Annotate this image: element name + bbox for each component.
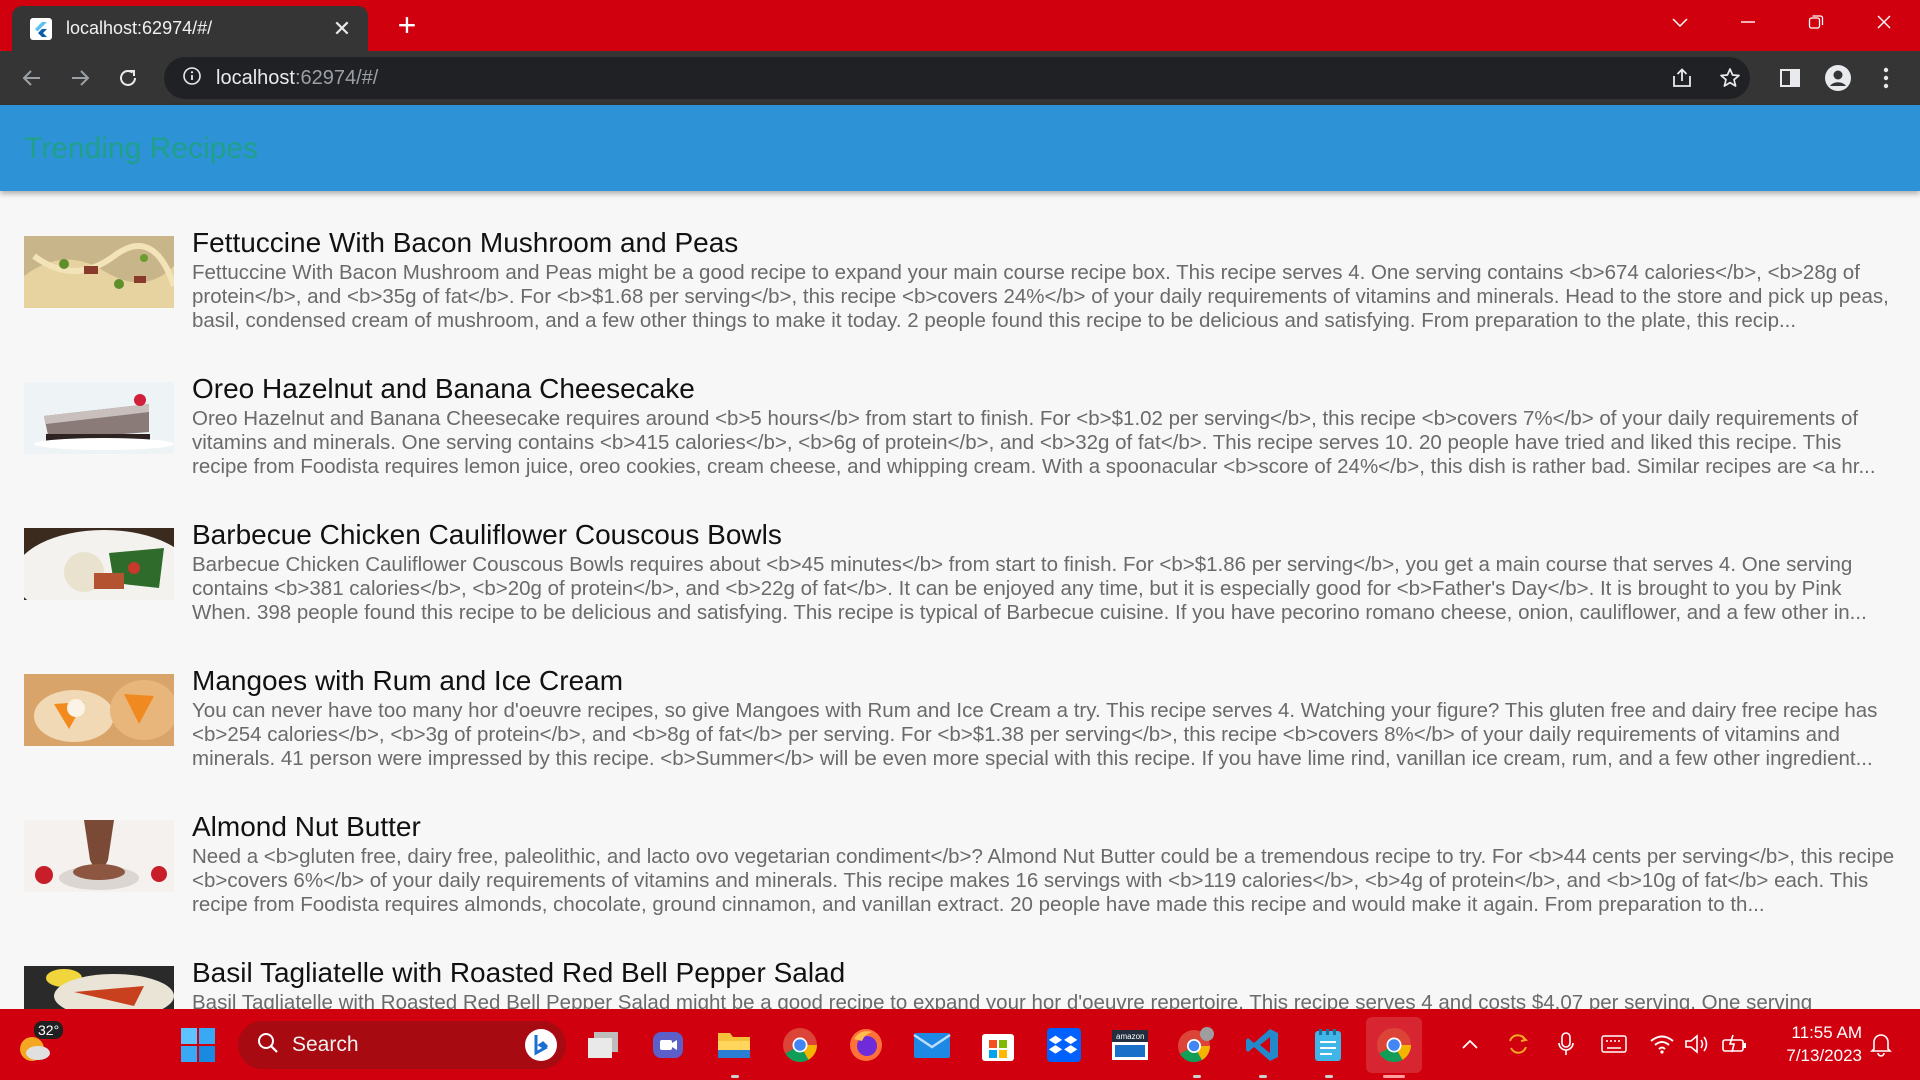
weather-temp: 32° xyxy=(34,1021,64,1039)
search-icon xyxy=(256,1031,280,1060)
page-title: Trending Recipes xyxy=(24,132,259,165)
recipe-title: Fettuccine With Bacon Mushroom and Peas xyxy=(192,227,739,258)
recipe-title: Barbecue Chicken Cauliflower Couscous Bo… xyxy=(192,519,782,550)
url-text: localhost:62974/#/ xyxy=(216,67,378,90)
system-clock[interactable]: 11:55 AM 7/13/2023 xyxy=(1766,1021,1862,1067)
recipe-summary: Basil Tagliatelle with Roasted Red Bell … xyxy=(192,991,1813,1009)
vscode-icon[interactable] xyxy=(1240,1023,1284,1067)
recipe-summary: Barbecue Chicken Cauliflower Couscous Bo… xyxy=(192,553,1867,624)
firefox-icon[interactable] xyxy=(844,1023,888,1067)
sync-icon[interactable] xyxy=(1503,1029,1533,1059)
recipe-image xyxy=(24,236,174,308)
recipe-title: Mangoes with Rum and Ice Cream xyxy=(192,665,624,696)
windows-taskbar: 32° Search amazon 11:55 AM 7/13/2023 xyxy=(0,1009,1920,1080)
mail-icon[interactable] xyxy=(910,1023,954,1067)
app-bar: Trending Recipes xyxy=(0,105,1920,191)
recipe-image xyxy=(24,382,174,454)
browser-tab-strip: localhost:62974/#/ ✕ + xyxy=(0,0,1920,51)
list-item[interactable]: Mangoes with Rum and Ice Cream You can n… xyxy=(24,665,1896,811)
notepad-icon[interactable] xyxy=(1306,1023,1350,1067)
recipe-image xyxy=(24,528,174,600)
recipe-image xyxy=(24,674,174,746)
teams-icon[interactable] xyxy=(646,1023,690,1067)
list-item[interactable]: Basil Tagliatelle with Roasted Red Bell … xyxy=(24,957,1896,1009)
more-vert-icon[interactable] xyxy=(1870,62,1902,94)
battery-icon[interactable] xyxy=(1720,1029,1750,1059)
share-icon[interactable] xyxy=(1666,62,1698,94)
recipe-summary: Need a <b>gluten free, dairy free, paleo… xyxy=(192,845,1895,916)
recipe-image xyxy=(24,966,174,1009)
list-item[interactable]: Oreo Hazelnut and Banana Cheesecake Oreo… xyxy=(24,373,1896,519)
address-bar[interactable]: localhost:62974/#/ xyxy=(164,57,1750,99)
app-running-indicator xyxy=(1193,1075,1201,1078)
file-explorer-icon[interactable] xyxy=(712,1023,756,1067)
app-running-indicator xyxy=(1259,1075,1267,1078)
dropbox-icon[interactable] xyxy=(1042,1023,1086,1067)
microphone-icon[interactable] xyxy=(1551,1029,1581,1059)
keyboard-icon[interactable] xyxy=(1599,1029,1629,1059)
recipe-title: Almond Nut Butter xyxy=(192,811,421,842)
search-label: Search xyxy=(292,1033,359,1056)
volume-icon[interactable] xyxy=(1682,1029,1712,1059)
star-icon[interactable] xyxy=(1714,62,1746,94)
url-host: localhost xyxy=(216,66,295,89)
close-icon[interactable]: ✕ xyxy=(330,16,354,42)
chevron-down-icon[interactable] xyxy=(1648,0,1712,44)
chrome-active-icon[interactable] xyxy=(1366,1017,1422,1073)
svg-text:amazon: amazon xyxy=(1116,1032,1144,1041)
recipe-title: Oreo Hazelnut and Banana Cheesecake xyxy=(192,373,695,404)
clock-date: 7/13/2023 xyxy=(1786,1046,1862,1065)
microsoft-store-icon[interactable] xyxy=(976,1023,1020,1067)
recipe-list[interactable]: Fettuccine With Bacon Mushroom and Peas … xyxy=(0,191,1920,1009)
wifi-icon[interactable] xyxy=(1647,1029,1677,1059)
taskbar-search[interactable]: Search xyxy=(238,1021,566,1069)
tab-title: localhost:62974/#/ xyxy=(66,18,213,38)
notification-icon[interactable] xyxy=(1866,1029,1896,1059)
bing-icon[interactable] xyxy=(524,1028,558,1062)
back-arrow-icon[interactable] xyxy=(16,62,48,94)
chrome-icon[interactable] xyxy=(778,1023,822,1067)
minimize-icon[interactable] xyxy=(1716,0,1780,44)
list-item[interactable]: Almond Nut Butter Need a <b>gluten free,… xyxy=(24,811,1896,957)
recipe-summary: Fettuccine With Bacon Mushroom and Peas … xyxy=(192,261,1889,332)
profile-icon[interactable] xyxy=(1822,62,1854,94)
reload-icon[interactable] xyxy=(112,62,144,94)
app-running-indicator xyxy=(731,1075,739,1078)
app-running-indicator xyxy=(1325,1075,1333,1078)
recipe-title: Basil Tagliatelle with Roasted Red Bell … xyxy=(192,957,846,988)
chrome-profile-icon[interactable] xyxy=(1174,1023,1218,1067)
plus-icon[interactable]: + xyxy=(390,9,424,43)
weather-widget[interactable]: 32° xyxy=(14,1021,64,1067)
recipe-summary: Oreo Hazelnut and Banana Cheesecake requ… xyxy=(192,407,1876,478)
list-item[interactable]: Fettuccine With Bacon Mushroom and Peas … xyxy=(24,227,1896,373)
windows-start-icon[interactable] xyxy=(180,1027,216,1063)
sidepanel-icon[interactable] xyxy=(1774,62,1806,94)
amazon-icon[interactable]: amazon xyxy=(1108,1023,1152,1067)
browser-tab[interactable]: localhost:62974/#/ ✕ xyxy=(12,6,368,51)
window-close-icon[interactable] xyxy=(1852,0,1916,44)
recipe-summary: You can never have too many hor d'oeuvre… xyxy=(192,699,1878,770)
info-icon[interactable] xyxy=(182,66,202,91)
app-active-indicator xyxy=(1383,1075,1405,1078)
list-item[interactable]: Barbecue Chicken Cauliflower Couscous Bo… xyxy=(24,519,1896,665)
recipe-image xyxy=(24,820,174,892)
chevron-up-icon[interactable] xyxy=(1455,1029,1485,1059)
task-view-icon[interactable] xyxy=(581,1023,625,1067)
forward-arrow-icon[interactable] xyxy=(64,62,96,94)
browser-toolbar: localhost:62974/#/ xyxy=(0,51,1920,105)
flutter-favicon-icon xyxy=(30,17,52,40)
url-path: :62974/#/ xyxy=(294,66,379,89)
restore-icon[interactable] xyxy=(1784,0,1848,44)
clock-time: 11:55 AM xyxy=(1791,1023,1862,1042)
